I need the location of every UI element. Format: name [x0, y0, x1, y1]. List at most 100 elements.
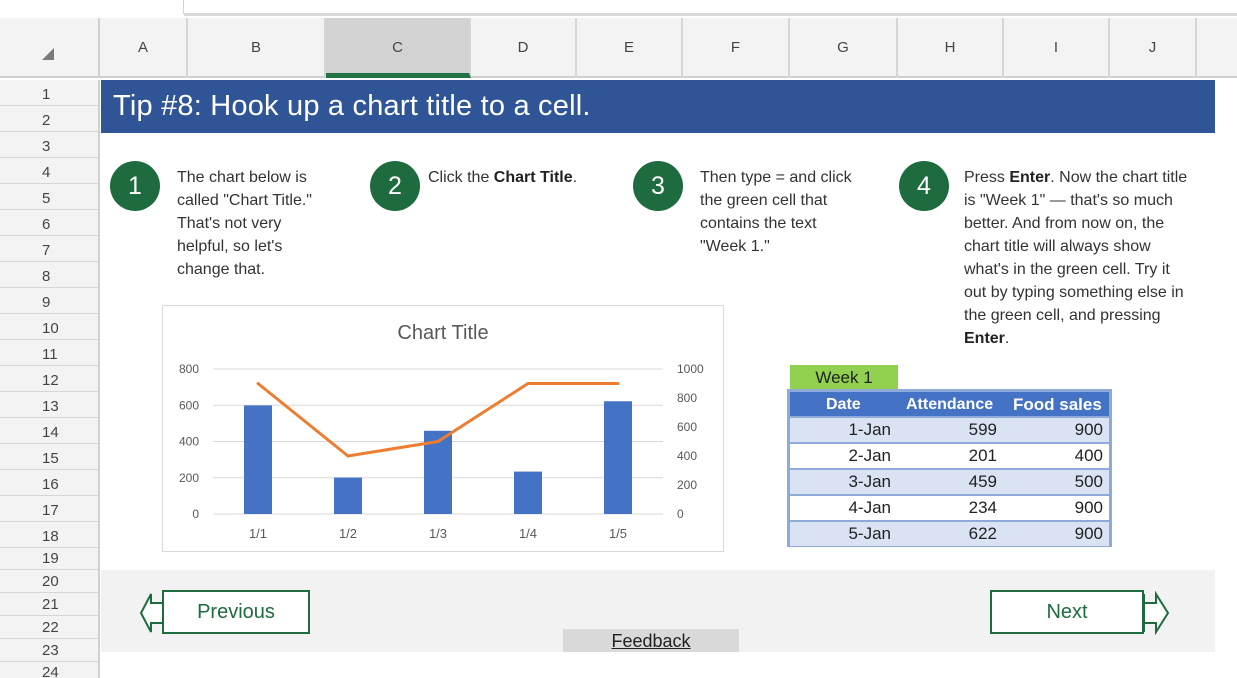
- y-tick-label: 0: [192, 507, 199, 521]
- week-cell[interactable]: Week 1: [790, 365, 898, 389]
- line-point: [526, 382, 530, 385]
- column-header-e[interactable]: E: [577, 18, 683, 78]
- row-header-20[interactable]: 20: [0, 570, 98, 593]
- column-header-j[interactable]: J: [1110, 18, 1197, 78]
- step-2-badge: 2: [370, 161, 420, 211]
- column-header-i[interactable]: I: [1004, 18, 1110, 78]
- combo-chart[interactable]: Chart Title 0 200 400 600 800 0 200 400 600 800 10…: [162, 305, 724, 552]
- row-header-12[interactable]: 12: [0, 366, 98, 392]
- feedback-link[interactable]: Feedback: [563, 629, 739, 652]
- cell-date[interactable]: 5-Jan: [821, 522, 891, 546]
- table-row: 4-Jan 234 900: [790, 496, 1109, 520]
- cell-attendance[interactable]: 234: [917, 496, 997, 520]
- cell-attendance[interactable]: 459: [917, 470, 997, 494]
- row-header-11[interactable]: 11: [0, 340, 98, 366]
- y-tick-label: 400: [179, 435, 199, 449]
- row-header-3[interactable]: 3: [0, 132, 98, 158]
- row-header-1[interactable]: 1: [0, 80, 98, 106]
- select-all-corner[interactable]: [0, 18, 100, 78]
- tip-banner: Tip #8: Hook up a chart title to a cell.: [101, 80, 1215, 133]
- row-header-9[interactable]: 9: [0, 288, 98, 314]
- row-header-24[interactable]: 24: [0, 662, 98, 678]
- cell-date[interactable]: 3-Jan: [821, 470, 891, 494]
- y-tick-label: 600: [179, 398, 199, 412]
- bar: [604, 401, 632, 514]
- row-header-10[interactable]: 10: [0, 314, 98, 340]
- y2-tick-label: 800: [677, 391, 697, 405]
- x-tick-label: 1/5: [609, 526, 627, 541]
- row-header-14[interactable]: 14: [0, 418, 98, 444]
- row-header-17[interactable]: 17: [0, 496, 98, 522]
- tip-title: Tip #8: Hook up a chart title to a cell.: [113, 90, 591, 122]
- cell-food-sales[interactable]: 900: [1023, 418, 1103, 442]
- column-header-h[interactable]: H: [898, 18, 1004, 78]
- cell-food-sales[interactable]: 900: [1023, 496, 1103, 520]
- table-row: 3-Jan 459 500: [790, 470, 1109, 494]
- cell-food-sales[interactable]: 500: [1023, 470, 1103, 494]
- line-point: [436, 440, 440, 443]
- column-header-f[interactable]: F: [683, 18, 790, 78]
- name-box[interactable]: [0, 0, 184, 14]
- step-1-text: The chart below is called "Chart Title." T…: [177, 169, 312, 278]
- line-point: [256, 382, 260, 385]
- table-row: 2-Jan 201 400: [790, 444, 1109, 468]
- row-headers: 1 2 3 4 5 6 7 8 9 10 11 12 13 14 15 16 17 18 19 20 21 22 23 24: [0, 80, 100, 678]
- cell-attendance[interactable]: 201: [917, 444, 997, 468]
- cell-food-sales[interactable]: 400: [1023, 444, 1103, 468]
- header-date[interactable]: Date: [826, 392, 861, 416]
- column-header-k[interactable]: [1197, 18, 1237, 78]
- x-tick-label: 1/1: [249, 526, 267, 541]
- row-header-6[interactable]: 6: [0, 210, 98, 236]
- cell-food-sales[interactable]: 900: [1023, 522, 1103, 546]
- y-tick-label: 200: [179, 471, 199, 485]
- cell-date[interactable]: 2-Jan: [821, 444, 891, 468]
- row-header-22[interactable]: 22: [0, 616, 98, 639]
- next-button[interactable]: Next: [990, 590, 1144, 634]
- row-header-8[interactable]: 8: [0, 262, 98, 288]
- row-header-15[interactable]: 15: [0, 444, 98, 470]
- select-all-triangle-icon: [42, 48, 54, 60]
- y2-tick-label: 200: [677, 478, 697, 492]
- line-point: [346, 454, 350, 458]
- data-table: Date Attendance Food sales 1-Jan 599 900 2-…: [787, 389, 1112, 547]
- row-header-21[interactable]: 21: [0, 593, 98, 616]
- step-2-text: Click the Chart Title.: [428, 169, 578, 186]
- row-header-7[interactable]: 7: [0, 236, 98, 262]
- row-header-5[interactable]: 5: [0, 184, 98, 210]
- column-header-c[interactable]: C: [326, 18, 471, 78]
- next-arrow-icon[interactable]: [1142, 591, 1170, 635]
- formula-bar-area: [0, 0, 1237, 18]
- cell-date[interactable]: 4-Jan: [821, 496, 891, 520]
- header-attendance[interactable]: Attendance: [906, 392, 993, 416]
- y-tick-label: 800: [179, 362, 199, 376]
- x-tick-label: 1/3: [429, 526, 447, 541]
- y2-tick-label: 1000: [677, 362, 704, 376]
- formula-bar-divider: [184, 13, 1237, 16]
- row-header-4[interactable]: 4: [0, 158, 98, 184]
- row-header-23[interactable]: 23: [0, 639, 98, 662]
- chart-plot: 0 200 400 600 800 0 200 400 600 800 1000 1/1 1/2 1/3 1…: [179, 362, 704, 541]
- step-3-text: Then type = and click the green cell that…: [700, 169, 852, 255]
- row-header-19[interactable]: 19: [0, 548, 98, 570]
- table-header-row: Date Attendance Food sales: [790, 392, 1109, 416]
- table-row: 1-Jan 599 900: [790, 418, 1109, 442]
- row-header-18[interactable]: 18: [0, 522, 98, 548]
- column-header-b[interactable]: B: [188, 18, 326, 78]
- column-header-d[interactable]: D: [471, 18, 577, 78]
- table-row: 5-Jan 622 900: [790, 522, 1109, 546]
- cell-attendance[interactable]: 622: [917, 522, 997, 546]
- row-header-2[interactable]: 2: [0, 106, 98, 132]
- bar: [334, 477, 362, 514]
- column-header-a[interactable]: A: [100, 18, 188, 78]
- previous-button[interactable]: Previous: [162, 590, 310, 634]
- header-food-sales[interactable]: Food sales: [1013, 392, 1102, 416]
- bar: [514, 471, 542, 514]
- column-header-g[interactable]: G: [790, 18, 898, 78]
- cell-attendance[interactable]: 599: [917, 418, 997, 442]
- x-tick-label: 1/2: [339, 526, 357, 541]
- bar: [244, 405, 272, 514]
- row-header-13[interactable]: 13: [0, 392, 98, 418]
- row-header-16[interactable]: 16: [0, 470, 98, 496]
- step-1-badge: 1: [110, 161, 160, 211]
- cell-date[interactable]: 1-Jan: [821, 418, 891, 442]
